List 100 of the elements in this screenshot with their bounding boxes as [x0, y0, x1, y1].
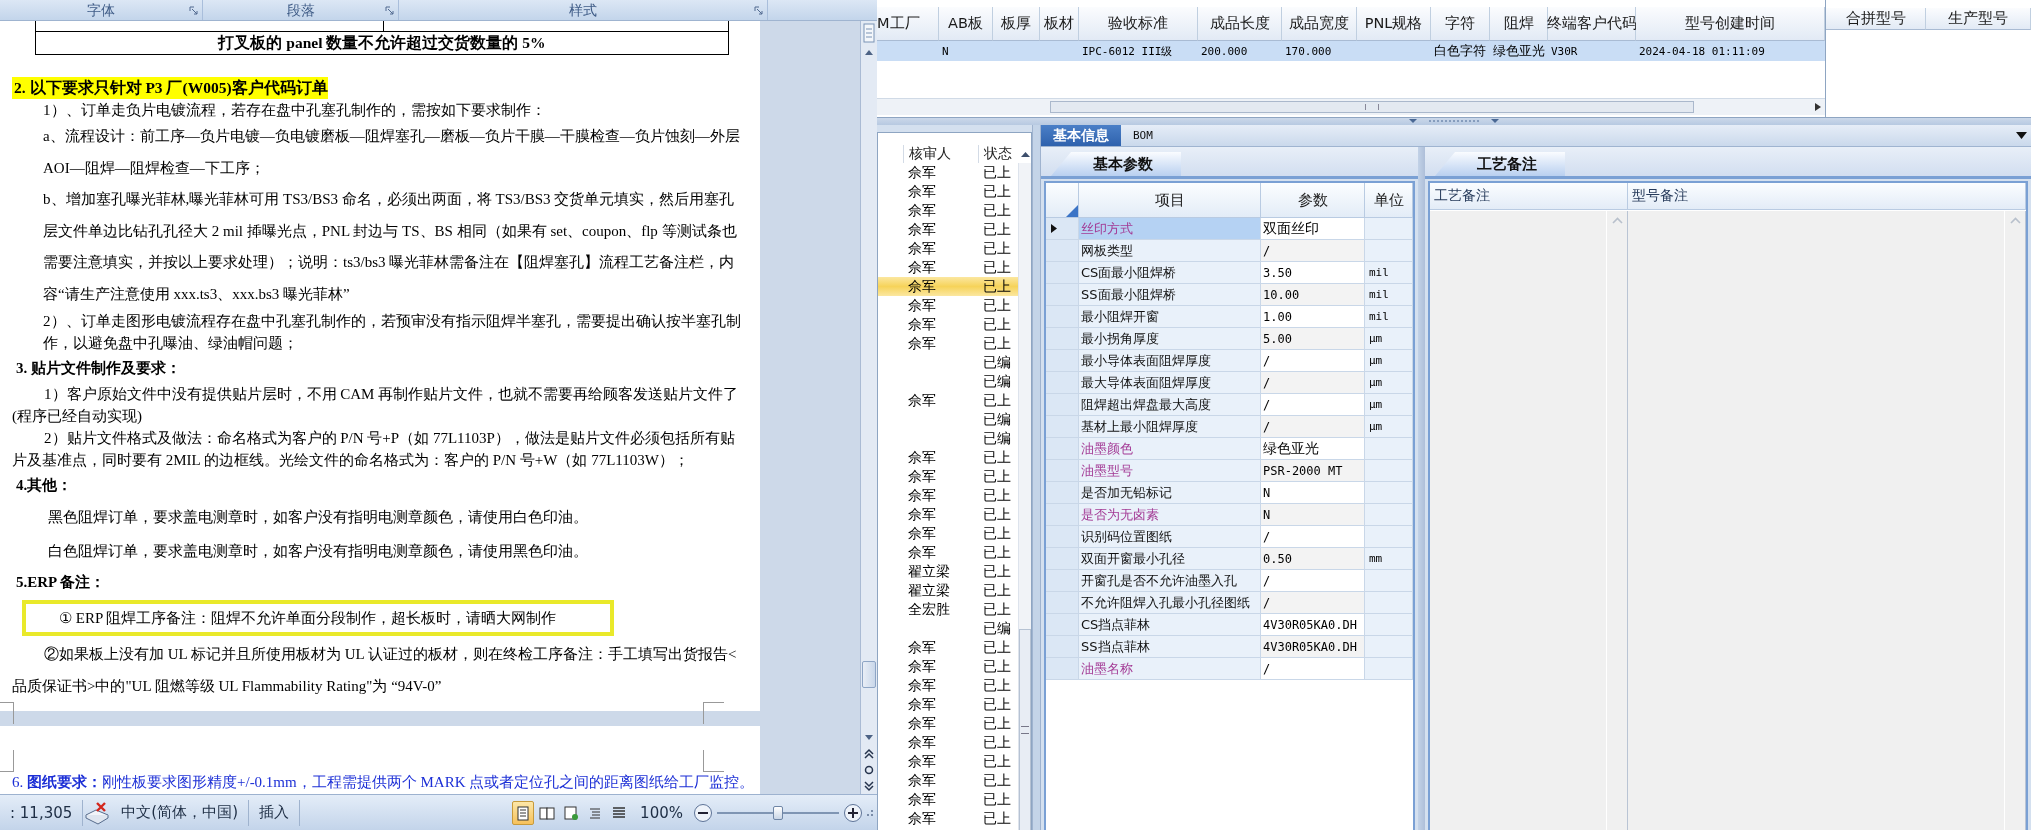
zoom-out-icon[interactable]: [693, 802, 713, 823]
book-error-icon[interactable]: [83, 800, 112, 825]
dialog-launcher-icon[interactable]: [189, 5, 198, 15]
view-button[interactable]: [512, 800, 535, 825]
column-header[interactable]: 合拼型号: [1826, 8, 1926, 30]
notes-field[interactable]: [1430, 211, 1628, 830]
table-cell-text: 已上: [982, 581, 1012, 600]
table-cell-text: 佘军: [907, 676, 937, 695]
tab[interactable]: 工艺备注: [1435, 152, 1565, 176]
table-cell[interactable]: 是否为无卤素: [1079, 504, 1261, 526]
column-header[interactable]: 板厚: [993, 7, 1040, 41]
column-header[interactable]: 终端客户代码: [1548, 7, 1636, 41]
table-cell[interactable]: 开窗孔是否不允许油墨入孔: [1079, 570, 1261, 592]
tab[interactable]: 基本信息: [1041, 125, 1121, 146]
table-cell[interactable]: 油墨颜色: [1079, 438, 1261, 460]
slider-thumb[interactable]: [773, 805, 783, 820]
table-cell: [1365, 482, 1413, 504]
splitter-bar[interactable]: [1418, 147, 1425, 830]
zoom-in-icon[interactable]: [843, 802, 863, 823]
table-cell[interactable]: CS面最小阻焊桥: [1079, 262, 1261, 284]
table-cell-text: 翟立梁: [907, 562, 951, 581]
word-count: : 11,305: [9, 803, 74, 822]
column-header[interactable]: 成品宽度: [1282, 7, 1357, 41]
table-cell-text: 佘军: [907, 334, 937, 353]
table-cell[interactable]: 丝印方式: [1079, 218, 1261, 240]
table-cell-text: 佘军: [907, 315, 937, 334]
notes-field[interactable]: [1628, 211, 2026, 830]
row-header[interactable]: [1046, 218, 1079, 240]
table-cell[interactable]: 基材上最小阻焊厚度: [1079, 416, 1261, 438]
table-cell: [1365, 592, 1413, 614]
grip-icon[interactable]: [1409, 119, 1499, 124]
table-cell[interactable]: 阻焊超出焊盘最大高度: [1079, 394, 1261, 416]
dialog-launcher-icon[interactable]: [754, 5, 763, 15]
column-header[interactable]: 验收标准: [1079, 7, 1198, 41]
table-cell-text: 已上: [982, 448, 1012, 467]
column-header[interactable]: 阻焊: [1490, 7, 1548, 41]
table-cell-text: 已上: [982, 182, 1012, 201]
table-cell[interactable]: SS挡点菲林: [1079, 636, 1261, 658]
table-cell-text: 已上: [982, 220, 1012, 239]
column-header[interactable]: 项目: [1079, 183, 1261, 218]
tab[interactable]: 基本参数: [1051, 152, 1181, 176]
column-header[interactable]: 生产型号: [1926, 8, 2031, 30]
table-cell[interactable]: 油墨型号: [1079, 460, 1261, 482]
column-header[interactable]: 板材: [1040, 7, 1079, 41]
language-button[interactable]: 中文(简体，中国): [111, 803, 249, 822]
mode-button[interactable]: 插入: [249, 803, 300, 822]
page-icon: [515, 804, 532, 821]
dropdown-arrow-icon[interactable]: [2016, 132, 2027, 139]
table-cell[interactable]: CS挡点菲林: [1079, 614, 1261, 636]
section-heading: 2. 以下要求只针对 P3 厂(W005)客户代码订单: [12, 77, 328, 99]
table-cell[interactable]: 识别码位置图纸: [1079, 526, 1261, 548]
paragraph: 2）、订单走图形电镀流程存在盘中孔塞孔制作的，若预审没有指示阻焊半塞孔，需要提出确认按半塞孔制作，以避免盘中孔曝油、绿油帽问题；: [42, 312, 742, 353]
zoom-slider[interactable]: [717, 805, 839, 820]
table-cell[interactable]: 最小阻焊开窗: [1079, 306, 1261, 328]
horizontal-scrollbar[interactable]: [877, 98, 1825, 115]
column-header[interactable]: 单位: [1365, 183, 1413, 218]
zoom-level-button[interactable]: 100%: [630, 803, 693, 822]
scroll-up-icon[interactable]: [1020, 150, 1031, 158]
vertical-scrollbar[interactable]: [1018, 163, 1031, 830]
group-label: 段落: [286, 2, 315, 18]
table-cell-text: 白色字符: [1433, 42, 1487, 60]
table-cell-text: 已上: [982, 733, 1012, 752]
table-cell[interactable]: 网板类型: [1079, 240, 1261, 262]
section-heading: 5.ERP 备注：: [15, 573, 107, 592]
table-cell: [1365, 218, 1413, 240]
column-header[interactable]: AB板: [939, 7, 993, 41]
table-cell: /: [1261, 592, 1365, 614]
vertical-scrollbar[interactable]: [860, 21, 877, 794]
column-header[interactable]: PNL规格: [1357, 7, 1431, 41]
column-header[interactable]: 字符: [1431, 7, 1490, 41]
table-cell-text: 佘军: [907, 714, 937, 733]
table-cell[interactable]: 双面开窗最小孔径: [1079, 548, 1261, 570]
grid-row[interactable]: N IPC-6012 III级 200.000 170.000 白色字符 绿色亚光 V30R 2024-04-18 01:11:09: [877, 41, 1825, 61]
paragraph: 1）、订单走负片电镀流程，若存在盘中孔塞孔制作的，需按如下要求制作：: [42, 101, 547, 120]
table-cell[interactable]: SS面最小阻焊桥: [1079, 284, 1261, 306]
tab[interactable]: BOM: [1121, 125, 1165, 146]
paragraph: 6. 图纸要求：刚性板要求图形精度+/-0.1mm，工程需提供两个 MARK 点或者定位孔之间的距离图纸给工厂监控。: [12, 773, 746, 792]
corner-mark: [703, 702, 724, 724]
table-cell[interactable]: 最小导体表面阻焊厚度: [1079, 350, 1261, 372]
paragraph: ②如果板上没有加 UL 标记并且所使用板材为 UL 认证过的板材，则在终检工序备注：手工填写出货报告<品质保证书>中的"UL 阻燃等级 UL Flammability Rating"为 “94V-0”: [12, 645, 738, 696]
table-cell[interactable]: 是否加无铅标记: [1079, 482, 1261, 504]
table-cell[interactable]: 最大导体表面阻焊厚度: [1079, 372, 1261, 394]
list-row[interactable]: 佘军 已上: [878, 277, 1018, 296]
next-page-icon[interactable]: [863, 778, 875, 794]
scrollbar-thumb[interactable]: [862, 661, 876, 688]
scrollbar-thumb[interactable]: [1019, 629, 1031, 830]
table-cell: /: [1261, 526, 1365, 548]
corner-header[interactable]: [1046, 183, 1079, 218]
column-header[interactable]: 工艺备注: [1430, 183, 1628, 210]
column-header[interactable]: 参数: [1261, 183, 1365, 218]
table-cell[interactable]: 油墨名称: [1079, 658, 1261, 680]
table-cell-text: 佘军: [907, 296, 937, 315]
dialog-launcher-icon[interactable]: [385, 5, 394, 15]
scrollbar-thumb[interactable]: [1050, 101, 1694, 113]
column-header[interactable]: 型号创建时间: [1636, 7, 1825, 41]
table-cell[interactable]: 最小拐角厚度: [1079, 328, 1261, 350]
table-cell[interactable]: 不允许阻焊入孔最小孔径图纸: [1079, 592, 1261, 614]
column-header[interactable]: 成品长度: [1198, 7, 1282, 41]
column-header[interactable]: M工厂: [877, 7, 939, 41]
column-header[interactable]: 型号备注: [1628, 183, 2026, 210]
